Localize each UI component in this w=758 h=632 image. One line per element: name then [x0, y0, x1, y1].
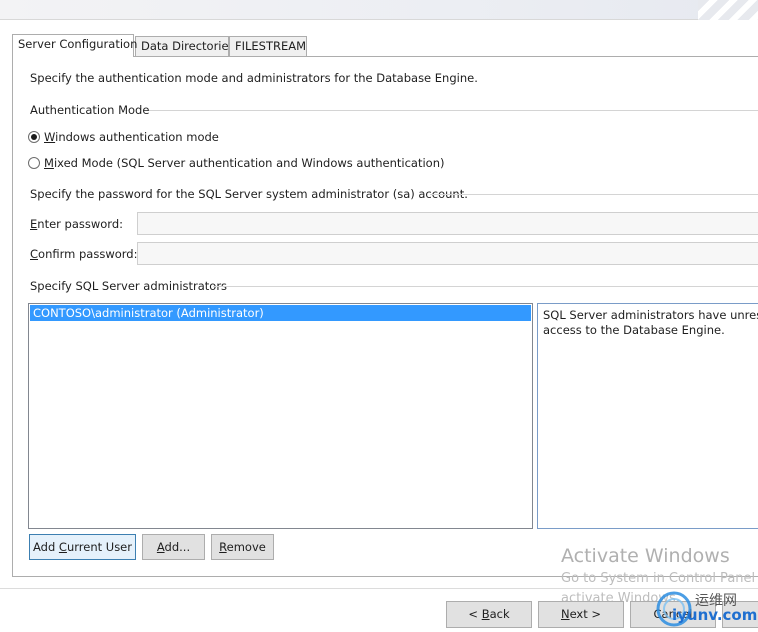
server-configuration-panel: Specify the authentication mode and admi… — [12, 56, 758, 577]
back-button[interactable]: < Back — [446, 601, 532, 628]
admins-divider — [213, 286, 758, 287]
sa-password-divider — [430, 194, 758, 195]
auth-mode-divider — [149, 110, 758, 111]
administrators-list[interactable]: CONTOSO\administrator (Administrator) — [28, 303, 533, 529]
remove-button[interactable]: Remove — [211, 534, 274, 560]
site-logo-domain: iyunv.com — [672, 606, 758, 624]
confirm-password-field[interactable] — [137, 242, 758, 265]
tab-filestream-label: FILESTREAM — [235, 39, 307, 53]
add-current-user-button[interactable]: Add Current User — [29, 534, 136, 560]
confirm-password-label: Confirm password: — [30, 247, 138, 261]
tab-server-configuration-label: Server Configuration — [18, 37, 138, 51]
next-button[interactable]: Next > — [538, 601, 624, 628]
tab-server-configuration[interactable]: Server Configuration — [12, 34, 138, 57]
tab-data-directories[interactable]: Data Directories — [135, 36, 235, 56]
sa-password-group-label: Specify the password for the SQL Server … — [30, 187, 468, 201]
windows-auth-label[interactable]: Windows authentication mode — [44, 130, 219, 144]
list-item[interactable]: CONTOSO\administrator (Administrator) — [30, 305, 531, 321]
tab-data-directories-label: Data Directories — [141, 39, 235, 53]
enter-password-field[interactable] — [137, 212, 758, 235]
admins-group-label: Specify SQL Server administrators — [30, 279, 228, 293]
header-decoration — [698, 0, 758, 20]
enter-password-label: Enter password: — [30, 217, 124, 231]
activate-windows-line-1: Go to System in Control Panel — [561, 571, 756, 586]
title-strip — [0, 0, 758, 20]
administrators-info-box: SQL Server administrators have unrestric… — [537, 303, 758, 529]
tab-filestream[interactable]: FILESTREAM — [229, 36, 307, 56]
panel-description: Specify the authentication mode and admi… — [30, 71, 478, 85]
add-button[interactable]: Add... — [142, 534, 205, 560]
info-line-1: SQL Server administrators have unrestric… — [543, 308, 758, 322]
activate-windows-watermark: Activate Windows — [561, 545, 730, 567]
mixed-mode-radio[interactable] — [28, 157, 40, 169]
auth-mode-group-label: Authentication Mode — [30, 103, 150, 117]
windows-auth-radio[interactable] — [28, 131, 40, 143]
info-line-2: access to the Database Engine. — [543, 323, 725, 337]
footer-divider — [0, 588, 758, 589]
mixed-mode-label[interactable]: Mixed Mode (SQL Server authentication an… — [44, 156, 445, 170]
